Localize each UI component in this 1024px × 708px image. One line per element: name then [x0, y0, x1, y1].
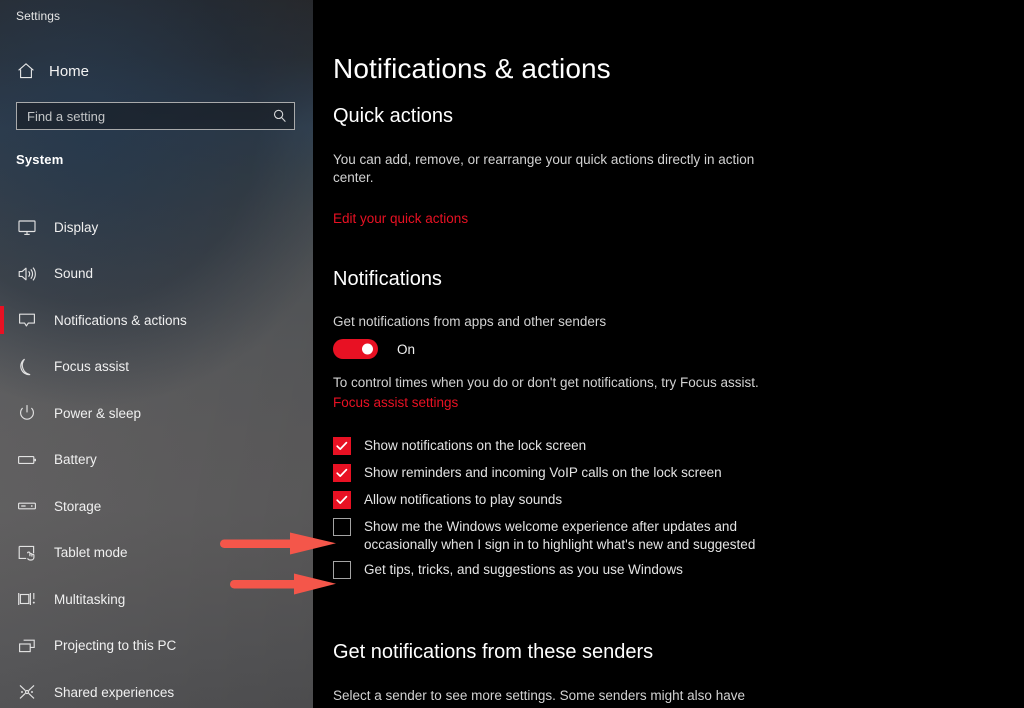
sidebar-label: Notifications & actions	[54, 313, 187, 328]
sidebar-item-power-and-sleep[interactable]: Power & sleep	[0, 390, 313, 437]
sidebar-label: Projecting to this PC	[54, 638, 176, 653]
checkbox-checked-icon[interactable]	[333, 437, 351, 455]
power-icon	[16, 402, 38, 424]
focus-assist-hint: To control times when you do or don't ge…	[333, 374, 803, 392]
sidebar-label: Sound	[54, 266, 93, 281]
search-box-container[interactable]	[16, 102, 295, 130]
sidebar-label: Display	[54, 220, 98, 235]
sidebar-nav-list: Display Sound	[0, 204, 313, 708]
edit-quick-actions-link[interactable]: Edit your quick actions	[333, 211, 468, 226]
notifications-heading: Notifications	[333, 268, 442, 291]
sidebar-item-home[interactable]: Home	[0, 56, 313, 86]
get-notifications-label: Get notifications from apps and other se…	[333, 313, 606, 331]
sidebar-label: Storage	[54, 499, 101, 514]
moon-icon	[16, 356, 38, 378]
shared-nodes-icon	[16, 681, 38, 703]
settings-window: Settings Home Syste	[0, 0, 1024, 708]
checkbox-row-lock-screen-notifications[interactable]: Show notifications on the lock screen	[333, 437, 803, 455]
home-label: Home	[49, 63, 89, 80]
sidebar-item-display[interactable]: Display	[0, 204, 313, 251]
sidebar-item-storage[interactable]: Storage	[0, 483, 313, 530]
checkbox-label: Allow notifications to play sounds	[364, 491, 562, 509]
checkbox-row-tips-tricks[interactable]: Get tips, tricks, and suggestions as you…	[333, 561, 803, 579]
quick-actions-heading: Quick actions	[333, 105, 453, 128]
window-title: Settings	[16, 9, 60, 23]
get-notifications-toggle[interactable]	[333, 339, 378, 359]
checkbox-row-welcome-experience[interactable]: Show me the Windows welcome experience a…	[333, 518, 803, 554]
notification-options-list: Show notifications on the lock screen Sh…	[333, 437, 803, 579]
sidebar-item-notifications-and-actions[interactable]: Notifications & actions	[0, 297, 313, 344]
toggle-state-label: On	[397, 342, 415, 357]
home-icon	[16, 61, 36, 81]
senders-description: Select a sender to see more settings. So…	[333, 687, 793, 705]
selection-indicator	[0, 306, 4, 334]
multitasking-icon	[16, 588, 38, 610]
focus-assist-settings-link[interactable]: Focus assist settings	[333, 395, 458, 410]
sidebar-item-focus-assist[interactable]: Focus assist	[0, 344, 313, 391]
checkbox-unchecked-icon[interactable]	[333, 518, 351, 536]
checkbox-unchecked-icon[interactable]	[333, 561, 351, 579]
sidebar-item-tablet-mode[interactable]: Tablet mode	[0, 530, 313, 577]
checkbox-checked-icon[interactable]	[333, 491, 351, 509]
main-content-panel: Notifications & actions Quick actions Yo…	[313, 0, 1024, 708]
sidebar-item-projecting-to-this-pc[interactable]: Projecting to this PC	[0, 623, 313, 670]
sidebar-label: Power & sleep	[54, 406, 141, 421]
drive-icon	[16, 495, 38, 517]
search-icon[interactable]	[272, 108, 288, 124]
page-title: Notifications & actions	[333, 53, 611, 85]
search-input[interactable]	[27, 109, 272, 124]
sidebar-item-battery[interactable]: Battery	[0, 437, 313, 484]
sidebar-label: Focus assist	[54, 359, 129, 374]
sidebar-item-multitasking[interactable]: Multitasking	[0, 576, 313, 623]
sidebar-label: Battery	[54, 452, 97, 467]
checkbox-label: Show notifications on the lock screen	[364, 437, 586, 455]
sidebar-label: Tablet mode	[54, 545, 128, 560]
tablet-hand-icon	[16, 542, 38, 564]
speaker-icon	[16, 263, 38, 285]
checkbox-label: Show me the Windows welcome experience a…	[364, 518, 803, 554]
search-box[interactable]	[16, 102, 295, 130]
sidebar-item-shared-experiences[interactable]: Shared experiences	[0, 669, 313, 708]
monitor-icon	[16, 216, 38, 238]
get-notifications-toggle-row[interactable]: On	[333, 339, 415, 359]
toggle-knob	[362, 344, 373, 355]
battery-icon	[16, 449, 38, 471]
title-bar: Settings	[0, 0, 313, 32]
sidebar: Settings Home Syste	[0, 0, 313, 708]
checkbox-row-play-sounds[interactable]: Allow notifications to play sounds	[333, 491, 803, 509]
checkbox-row-reminders-voip[interactable]: Show reminders and incoming VoIP calls o…	[333, 464, 803, 482]
quick-actions-description: You can add, remove, or rearrange your q…	[333, 151, 763, 187]
checkbox-label: Show reminders and incoming VoIP calls o…	[364, 464, 722, 482]
projecting-icon	[16, 635, 38, 657]
checkbox-label: Get tips, tricks, and suggestions as you…	[364, 561, 683, 579]
sidebar-item-sound[interactable]: Sound	[0, 251, 313, 298]
sidebar-label: Multitasking	[54, 592, 125, 607]
sidebar-label: Shared experiences	[54, 685, 174, 700]
senders-heading: Get notifications from these senders	[333, 641, 653, 664]
checkbox-checked-icon[interactable]	[333, 464, 351, 482]
speech-bubble-icon	[16, 309, 38, 331]
sidebar-section-heading: System	[16, 152, 63, 167]
